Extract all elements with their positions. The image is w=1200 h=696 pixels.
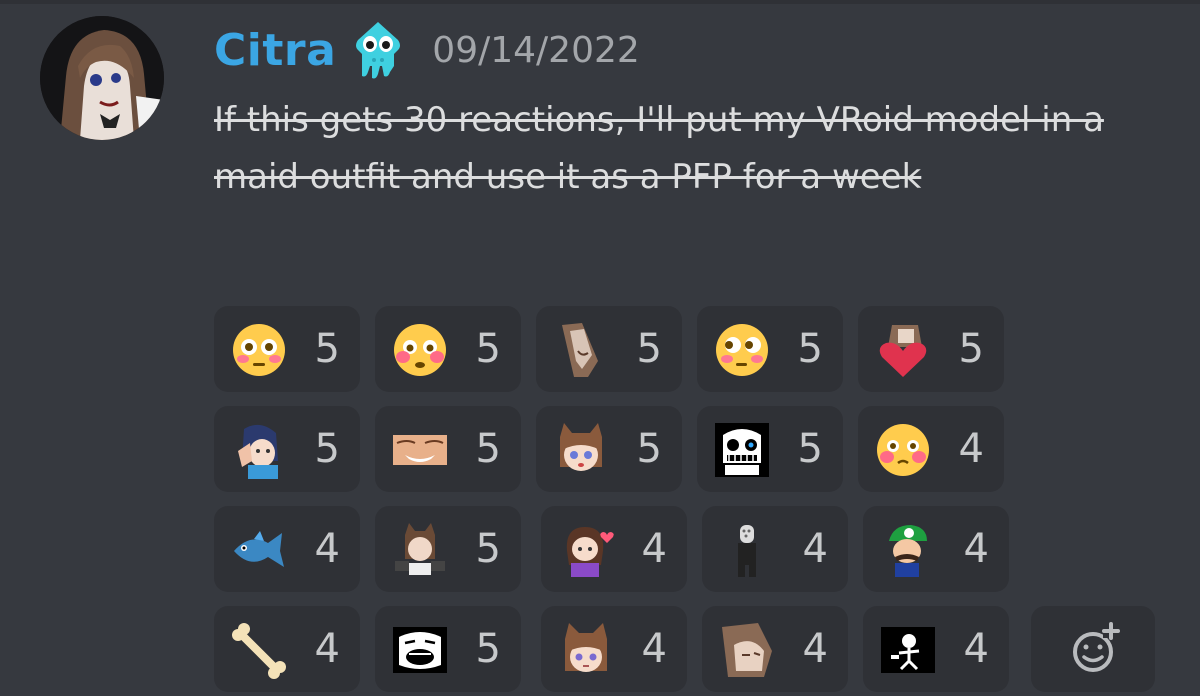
message-timestamp: 09/14/2022 <box>432 29 640 71</box>
reaction-count: 5 <box>314 326 340 372</box>
anime-girl-headscratch-icon <box>238 424 278 479</box>
blushing-flushed-face-icon <box>394 324 446 376</box>
reaction-count: 4 <box>963 526 989 572</box>
reaction-blushing-flushed[interactable]: 5 <box>375 306 521 392</box>
reaction-count: 5 <box>797 426 823 472</box>
reaction-crocs-person[interactable]: 4 <box>702 506 848 592</box>
add-reaction-button[interactable] <box>1031 606 1155 692</box>
reaction-girl-heart[interactable]: 5 <box>858 306 1004 392</box>
flushed-face-side-eye-icon <box>716 324 768 376</box>
reaction-count: 4 <box>802 526 828 572</box>
reaction-count: 4 <box>802 626 828 672</box>
flushed-face-icon <box>233 324 285 376</box>
reaction-count: 4 <box>314 526 340 572</box>
catgirl-dumbbells-icon <box>395 523 445 575</box>
reaction-count: 5 <box>475 626 501 672</box>
reaction-count: 4 <box>963 626 989 672</box>
chibi-girl-heart-icon <box>566 527 614 577</box>
anime-catgirl-worried-icon <box>560 423 602 471</box>
message-header: Citra 09/14/2022 <box>214 18 640 82</box>
reaction-count: 5 <box>475 326 501 372</box>
reaction-count: 5 <box>636 326 662 372</box>
message-content: If this gets 30 reactions, I'll put my V… <box>214 100 1104 197</box>
squid-badge-icon <box>350 20 406 80</box>
anime-catgirl-neutral-icon <box>565 623 607 672</box>
add-reaction-icon <box>1073 622 1120 672</box>
username[interactable]: Citra <box>214 25 336 76</box>
user-avatar[interactable] <box>40 16 164 140</box>
reaction-sans-skull[interactable]: 5 <box>697 406 843 492</box>
anime-girl-sleepy-icon <box>722 623 772 677</box>
reaction-count: 5 <box>636 426 662 472</box>
reaction-luigi[interactable]: 4 <box>863 506 1009 592</box>
anime-girl-peeking-icon <box>562 323 598 377</box>
trollface-screaming-icon <box>393 627 447 673</box>
reaction-anime-girl-sleepy[interactable]: 4 <box>702 606 848 692</box>
reaction-count: 5 <box>475 426 501 472</box>
crocs-person-icon <box>738 525 756 577</box>
reaction-count: 5 <box>475 526 501 572</box>
reaction-count: 4 <box>314 626 340 672</box>
avatar-image <box>40 16 164 140</box>
reaction-count: 4 <box>641 526 667 572</box>
luigi-icon <box>889 525 927 577</box>
reaction-trollface[interactable]: 5 <box>375 606 521 692</box>
reaction-count: 5 <box>797 326 823 372</box>
reaction-count: 5 <box>314 426 340 472</box>
reaction-dancing-skeleton[interactable]: 4 <box>863 606 1009 692</box>
dancing-skeleton-icon <box>881 627 935 673</box>
reaction-catgirl-dumbbells[interactable]: 5 <box>375 506 521 592</box>
reaction-blue-fish[interactable]: 4 <box>214 506 360 592</box>
sans-skull-icon <box>715 423 769 477</box>
smug-face-closeup-icon <box>393 435 447 465</box>
reaction-smug-face[interactable]: 5 <box>375 406 521 492</box>
bone-icon <box>232 623 286 679</box>
reaction-bone[interactable]: 4 <box>214 606 360 692</box>
reaction-blushing-face[interactable]: 4 <box>858 406 1004 492</box>
girl-heart-icon <box>879 325 927 377</box>
message: Citra 09/14/2022 If this gets 30 reactio… <box>0 0 1200 694</box>
blue-fish-icon <box>234 531 284 567</box>
reaction-anime-catgirl-worried[interactable]: 5 <box>536 406 682 492</box>
reaction-chibi-girl-heart[interactable]: 4 <box>541 506 687 592</box>
reaction-flushed-side-eye[interactable]: 5 <box>697 306 843 392</box>
reaction-anime-girl-headscratch[interactable]: 5 <box>214 406 360 492</box>
reaction-flushed-face[interactable]: 5 <box>214 306 360 392</box>
reaction-anime-girl-peeking[interactable]: 5 <box>536 306 682 392</box>
reaction-anime-catgirl-neutral[interactable]: 4 <box>541 606 687 692</box>
reaction-count: 5 <box>958 326 984 372</box>
reaction-count: 4 <box>958 426 984 472</box>
reaction-count: 4 <box>641 626 667 672</box>
blushing-face-icon <box>877 424 929 476</box>
